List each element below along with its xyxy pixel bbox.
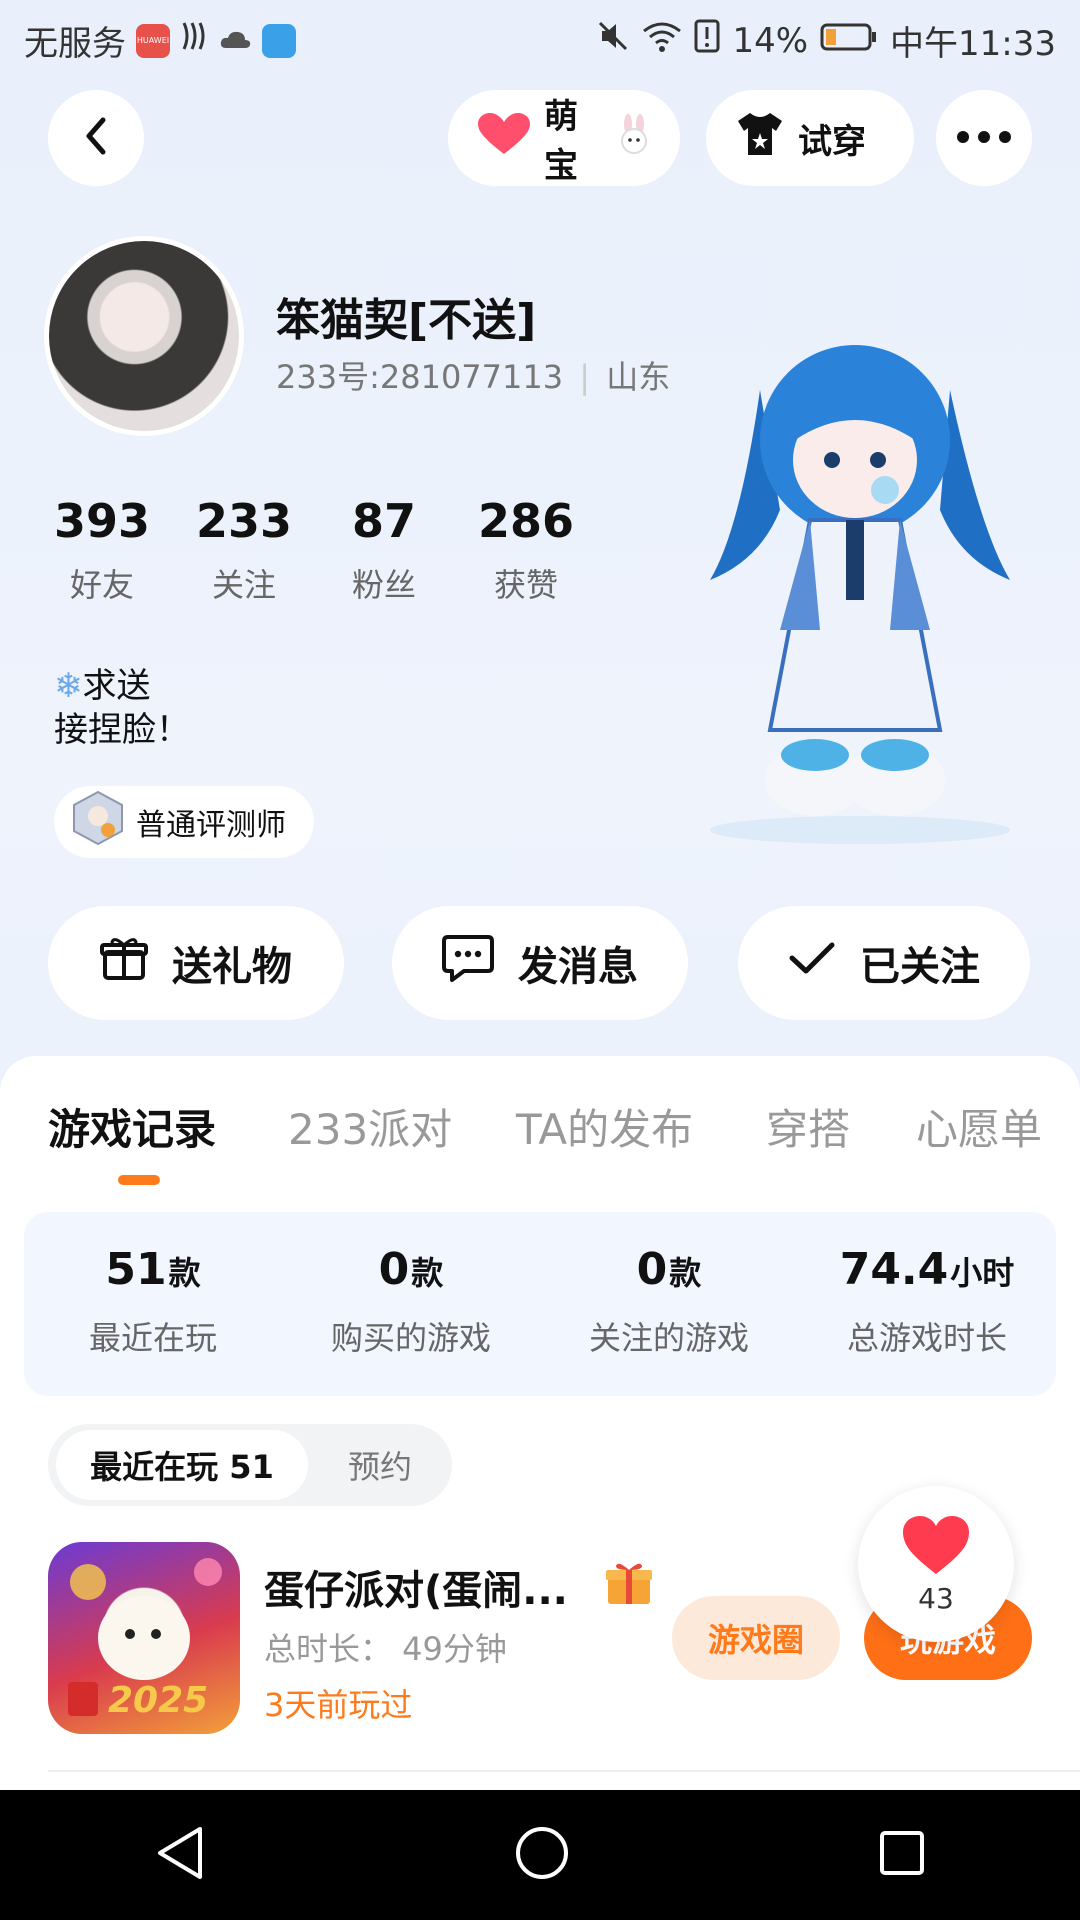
tab-game-records[interactable]: 游戏记录 bbox=[48, 1096, 216, 1157]
cloud-icon bbox=[218, 21, 252, 61]
carrier-text: 无服务 bbox=[24, 24, 126, 64]
mute-icon bbox=[596, 19, 630, 62]
wifi-icon bbox=[642, 19, 682, 62]
send-gift-label: 送礼物 bbox=[172, 944, 292, 990]
followed-button[interactable]: 已关注 bbox=[738, 906, 1030, 1020]
profile-bio: ❄求送 接捏脸！ bbox=[54, 664, 190, 752]
segment-recent[interactable]: 最近在玩 51 bbox=[56, 1430, 308, 1500]
stat-label: 粉丝 bbox=[351, 566, 416, 604]
nav-back-icon[interactable] bbox=[154, 1825, 206, 1885]
send-message-label: 发消息 bbox=[518, 944, 638, 990]
clock: 中午11:33 bbox=[890, 24, 1056, 64]
tshirt-icon bbox=[734, 111, 786, 166]
character-avatar[interactable] bbox=[700, 330, 1020, 850]
like-count: 43 bbox=[918, 1581, 954, 1615]
badge-label: 普通评测师 bbox=[136, 808, 286, 843]
profile-name: 笨猫契[不送] bbox=[276, 295, 537, 346]
status-left: 无服务 HUAWEI bbox=[24, 16, 296, 65]
summary-label: 关注的游戏 bbox=[588, 1319, 749, 1357]
tryon-label: 试穿 bbox=[798, 121, 866, 162]
game-last-played: 3天前玩过 bbox=[264, 1686, 413, 1724]
stat-value: 87 bbox=[351, 494, 416, 548]
game-title[interactable]: 蛋仔派对(蛋闹... bbox=[264, 1558, 568, 1616]
stat-label: 关注 bbox=[211, 566, 276, 604]
heart-icon bbox=[901, 1514, 971, 1580]
stat-fans[interactable]: 87 粉丝 bbox=[324, 494, 444, 606]
nav-home-icon[interactable] bbox=[514, 1825, 570, 1885]
more-dots-icon bbox=[956, 129, 1012, 148]
profile-uid: 233号:281077113 bbox=[276, 358, 564, 396]
bio-text: 求送 bbox=[82, 666, 151, 706]
snowflake-icon: ❄ bbox=[54, 666, 83, 706]
stat-label: 好友 bbox=[69, 566, 134, 604]
tab-233-party[interactable]: 233派对 bbox=[288, 1096, 452, 1157]
tryon-button[interactable]: 试穿 bbox=[706, 90, 914, 186]
mengbao-button[interactable]: 萌宝 bbox=[448, 90, 680, 186]
nav-recents-icon[interactable] bbox=[878, 1829, 926, 1881]
battery-icon bbox=[820, 21, 878, 61]
uid-separator: | bbox=[579, 358, 591, 396]
gift-icon bbox=[100, 934, 148, 992]
rabbit-icon bbox=[616, 113, 652, 163]
summary-followed[interactable]: 0款 关注的游戏 bbox=[540, 1244, 798, 1359]
system-nav-bar bbox=[0, 1790, 1080, 1920]
summary-value: 0款 bbox=[378, 1244, 444, 1295]
summary-value: 51款 bbox=[105, 1244, 201, 1295]
status-bar: 无服务 HUAWEI 14% 中午11:33 bbox=[0, 0, 1080, 76]
stat-likes[interactable]: 286 获赞 bbox=[466, 494, 586, 606]
heart-icon bbox=[476, 112, 532, 165]
mengbao-label: 萌宝 bbox=[544, 97, 578, 186]
send-gift-button[interactable]: 送礼物 bbox=[48, 906, 344, 1020]
list-divider bbox=[48, 1770, 1080, 1772]
summary-label: 购买的游戏 bbox=[330, 1319, 491, 1357]
back-button[interactable] bbox=[48, 90, 144, 186]
profile-region: 山东 bbox=[606, 358, 671, 396]
send-message-button[interactable]: 发消息 bbox=[392, 906, 688, 1020]
wave-icon bbox=[180, 19, 208, 62]
stat-friends[interactable]: 393 好友 bbox=[42, 494, 162, 606]
profile-id-line: 233号:281077113 | 山东 bbox=[276, 352, 670, 398]
summary-total-time[interactable]: 74.4小时 总游戏时长 bbox=[798, 1244, 1056, 1359]
checkmark-icon bbox=[788, 940, 836, 986]
tab-outfits[interactable]: 穿搭 bbox=[766, 1096, 850, 1157]
summary-value: 74.4小时 bbox=[839, 1244, 1015, 1295]
tab-posts[interactable]: TA的发布 bbox=[516, 1096, 693, 1157]
game-icon-text: 2025 bbox=[108, 1680, 209, 1721]
tab-indicator bbox=[118, 1175, 160, 1185]
status-right: 14% 中午11:33 bbox=[596, 16, 1056, 65]
stat-value: 286 bbox=[477, 494, 575, 548]
bio-line: ❄求送 bbox=[54, 664, 190, 708]
summary-label: 总游戏时长 bbox=[846, 1319, 1007, 1357]
like-bubble[interactable]: 43 bbox=[858, 1486, 1014, 1642]
stat-value: 393 bbox=[53, 494, 151, 548]
followed-label: 已关注 bbox=[860, 944, 980, 990]
stat-label: 获赞 bbox=[493, 566, 558, 604]
chat-bubble-icon bbox=[442, 933, 494, 993]
summary-label: 最近在玩 bbox=[88, 1319, 217, 1357]
badge-icon bbox=[72, 790, 124, 854]
game-icon[interactable]: 2025 bbox=[48, 1542, 240, 1734]
tab-wishlist[interactable]: 心愿单 bbox=[916, 1096, 1042, 1157]
huawei-store-icon: HUAWEI bbox=[136, 23, 170, 58]
battery-percent: 14% bbox=[732, 20, 809, 61]
more-button[interactable] bbox=[936, 90, 1032, 186]
chevron-left-icon bbox=[81, 116, 111, 160]
stat-value: 233 bbox=[195, 494, 293, 548]
game-total-time: 总时长： 49分钟 bbox=[264, 1630, 507, 1668]
app-notification-icon bbox=[262, 23, 296, 58]
summary-recent[interactable]: 51款 最近在玩 bbox=[24, 1244, 282, 1359]
game-circle-button[interactable]: 游戏圈 bbox=[672, 1596, 840, 1680]
avatar[interactable] bbox=[44, 236, 244, 436]
segment-reserved[interactable]: 预约 bbox=[316, 1430, 444, 1500]
summary-purchased[interactable]: 0款 购买的游戏 bbox=[282, 1244, 540, 1359]
summary-value: 0款 bbox=[636, 1244, 702, 1295]
gift-box-icon bbox=[604, 1558, 654, 1610]
bio-line: 接捏脸！ bbox=[54, 710, 190, 750]
sim-alert-icon bbox=[694, 19, 720, 62]
stat-following[interactable]: 233 关注 bbox=[184, 494, 304, 606]
reviewer-badge[interactable]: 普通评测师 bbox=[54, 786, 314, 858]
